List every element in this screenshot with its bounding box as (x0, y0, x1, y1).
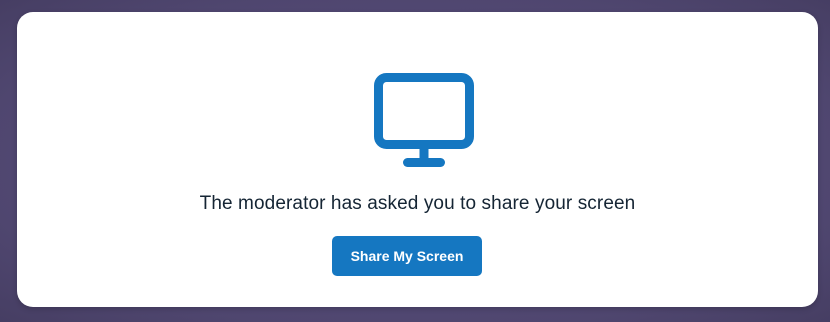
page-backdrop: The moderator has asked you to share you… (0, 0, 830, 322)
share-my-screen-button[interactable]: Share My Screen (332, 236, 482, 276)
share-request-message: The moderator has asked you to share you… (199, 193, 636, 214)
share-screen-dialog: The moderator has asked you to share you… (17, 12, 818, 307)
monitor-icon (374, 73, 474, 171)
